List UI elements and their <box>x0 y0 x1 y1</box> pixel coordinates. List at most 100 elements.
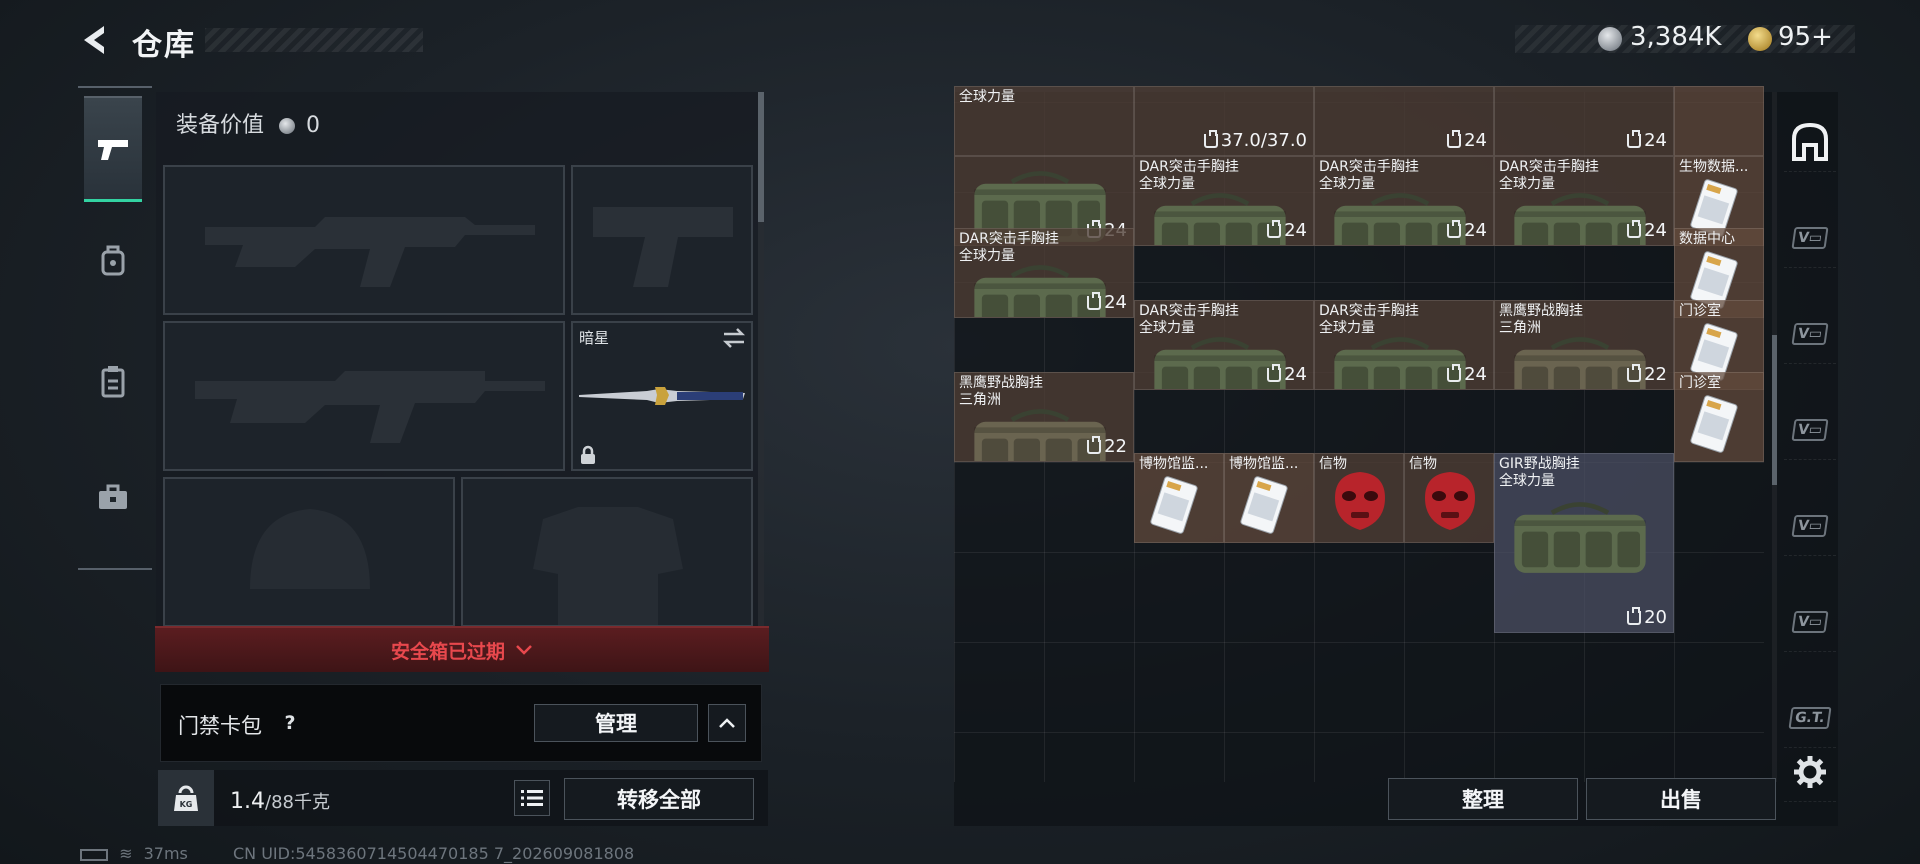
stash-item[interactable]: 黑鹰野战胸挂 三角洲 22 <box>954 372 1134 462</box>
swap-icon[interactable] <box>721 327 747 349</box>
rifle-silhouette-icon <box>195 371 545 443</box>
item-name: 生物数据... <box>1679 159 1749 175</box>
equipment-value-amount: 0 <box>306 113 321 138</box>
gear-icon[interactable] <box>1784 742 1836 802</box>
item-faction: 全球力量 <box>1319 320 1375 336</box>
vault-1-icon[interactable]: V▭ <box>1784 208 1836 268</box>
stash-item[interactable]: DAR突击手胸挂 全球力量 24 <box>1314 156 1494 246</box>
item-name: DAR突击手胸挂 全球力量 <box>1319 303 1419 336</box>
vault-3-icon[interactable]: V▭ <box>1784 400 1836 460</box>
secondary-weapon-slot[interactable] <box>163 321 565 471</box>
item-name: DAR突击手胸挂 全球力量 <box>1319 159 1419 192</box>
tab-rig[interactable] <box>84 328 142 434</box>
capacity-icon <box>1447 363 1462 382</box>
item-name: 博物馆监... <box>1229 456 1299 472</box>
capacity-icon <box>1447 219 1462 238</box>
helmet-slot[interactable] <box>163 477 455 627</box>
item-name: 博物馆监... <box>1139 456 1209 472</box>
helmet-silhouette-icon <box>250 509 370 589</box>
capacity-label: 22 <box>1627 363 1667 385</box>
keycard-wallet-label: 门禁卡包 <box>178 714 262 738</box>
back-button[interactable] <box>78 22 114 58</box>
gtl-vault-icon[interactable]: G.T. <box>1784 688 1836 748</box>
stash-scrollbar-thumb[interactable] <box>1772 335 1777 485</box>
weight-current: 1.4 <box>230 789 265 814</box>
equipment-scrollbar-thumb[interactable] <box>758 92 764 222</box>
stash-item[interactable]: 博物馆监... <box>1224 453 1314 543</box>
uid: CN UID:5458360714504470185 7_20260908180… <box>232 844 635 863</box>
capacity-icon <box>1627 363 1642 382</box>
tab-cases[interactable] <box>84 444 142 550</box>
stash-item[interactable]: GIR野战胸挂 全球力量 20 <box>1494 453 1674 633</box>
capacity-label: 24 <box>1447 363 1487 385</box>
stash-item[interactable]: DAR突击手胸挂 全球力量 24 <box>954 228 1134 318</box>
capacity-label: 20 <box>1627 606 1667 628</box>
stash-item[interactable]: 博物馆监... <box>1134 453 1224 543</box>
vault-2-icon[interactable]: V▭ <box>1784 304 1836 364</box>
safe-box-expired-banner[interactable]: 安全箱已过期 <box>155 626 769 672</box>
capacity-label: 24 <box>1267 219 1307 241</box>
stash-item[interactable]: DAR突击手胸挂 全球力量 24 <box>1494 156 1674 246</box>
briefcase-icon <box>99 484 127 509</box>
vault-badge: V▭ <box>1791 418 1829 441</box>
rifle-silhouette-icon <box>205 217 535 287</box>
capacity-icon <box>1267 363 1282 382</box>
back-arrow-icon <box>84 26 104 54</box>
home-icon[interactable] <box>1784 112 1836 172</box>
list-icon <box>521 790 543 806</box>
stash-item[interactable]: 黑鹰野战胸挂 三角洲 22 <box>1494 300 1674 390</box>
stash-item[interactable]: 24 <box>1314 86 1494 156</box>
red-mask-icon <box>1335 472 1385 530</box>
gold-balance[interactable]: 95+ <box>1778 22 1833 52</box>
capacity-icon <box>1627 606 1642 625</box>
stash-item[interactable]: 37.0/37.0 <box>1134 86 1314 156</box>
knife-icon <box>579 387 745 405</box>
help-icon[interactable]: ? <box>278 712 302 736</box>
stash-item[interactable]: DAR突击手胸挂 全球力量 24 <box>1134 300 1314 390</box>
sidearm-slot[interactable] <box>571 165 753 315</box>
capacity-label: 37.0/37.0 <box>1203 129 1307 151</box>
stash-sidebar: V▭ V▭ V▭ V▭ V▭ G.T. <box>1784 92 1836 826</box>
vault-5-icon[interactable]: V▭ <box>1784 592 1836 652</box>
item-faction: 全球力量 <box>1499 473 1555 489</box>
capacity-label: 24 <box>1627 219 1667 241</box>
primary-weapon-slot[interactable] <box>163 165 565 315</box>
item-faction: 全球力量 <box>1319 176 1375 192</box>
keycard-icon <box>1690 395 1738 453</box>
capacity-label: 24 <box>1447 219 1487 241</box>
manage-button[interactable]: 管理 <box>534 704 698 742</box>
backpack-icon <box>101 245 125 276</box>
armor-slot[interactable] <box>461 477 753 627</box>
stash-item[interactable]: 信物 <box>1404 453 1494 543</box>
tab-armor[interactable] <box>84 208 142 314</box>
item-name: DAR突击手胸挂 全球力量 <box>1139 159 1239 192</box>
item-name: GIR野战胸挂 全球力量 <box>1499 456 1580 489</box>
page-title: 仓库 <box>132 28 196 63</box>
item-name: 数据中心 <box>1679 231 1735 247</box>
melee-slot[interactable]: 暗星 <box>571 321 753 471</box>
stash-item[interactable] <box>1674 86 1764 156</box>
vault-4-icon[interactable]: V▭ <box>1784 496 1836 556</box>
item-faction: 全球力量 <box>959 248 1015 264</box>
clipboard-icon <box>101 366 125 398</box>
stash-item[interactable]: 全球力量 <box>954 86 1134 156</box>
stash-item[interactable]: DAR突击手胸挂 全球力量 24 <box>1314 300 1494 390</box>
stash-item[interactable]: 信物 <box>1314 453 1404 543</box>
tab-weapons[interactable] <box>84 96 142 202</box>
collapse-button[interactable] <box>708 704 746 742</box>
stash-item[interactable]: DAR突击手胸挂 全球力量 24 <box>1134 156 1314 246</box>
stash-item[interactable]: 门诊室 <box>1674 372 1764 462</box>
transfer-all-button[interactable]: 转移全部 <box>564 778 754 820</box>
item-name: DAR突击手胸挂 全球力量 <box>1139 303 1239 336</box>
item-name: 门诊室 <box>1679 375 1721 391</box>
status-bar: ≋ 37ms CN UID:5458360714504470185 7_2026… <box>80 844 634 863</box>
item-name: DAR突击手胸挂 全球力量 <box>959 231 1059 264</box>
sort-button[interactable]: 整理 <box>1388 778 1578 820</box>
sell-button[interactable]: 出售 <box>1586 778 1776 820</box>
item-faction: 三角洲 <box>1499 320 1541 336</box>
kg-icon-label: KG <box>180 800 193 809</box>
list-view-button[interactable] <box>514 780 550 816</box>
item-faction: 全球力量 <box>1499 176 1555 192</box>
capacity-icon <box>1087 435 1102 454</box>
stash-item[interactable]: 24 <box>1494 86 1674 156</box>
